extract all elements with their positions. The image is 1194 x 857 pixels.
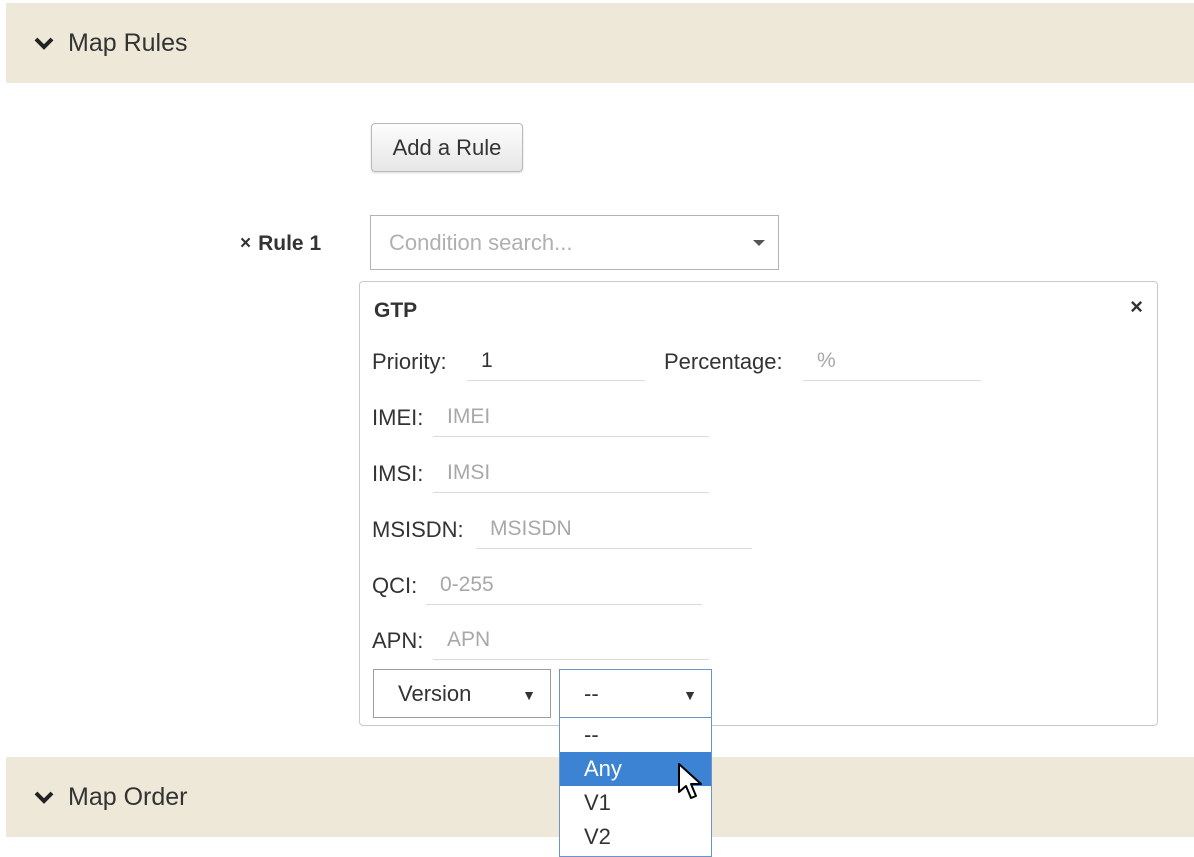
rule-name: Rule 1 — [258, 232, 322, 255]
close-icon[interactable]: × — [1130, 294, 1143, 320]
condition-search-placeholder: Condition search... — [389, 229, 573, 255]
priority-input[interactable] — [467, 341, 645, 381]
rule-label: × Rule 1 — [240, 232, 321, 256]
imei-input[interactable] — [433, 397, 709, 437]
mouse-pointer-icon — [678, 763, 702, 799]
value-select-current: -- — [584, 680, 599, 706]
qci-input[interactable] — [426, 565, 702, 605]
add-rule-button[interactable]: Add a Rule — [371, 123, 523, 172]
page: Map Rules Add a Rule × Rule 1 Condition … — [0, 0, 1194, 857]
remove-rule-icon[interactable]: × — [240, 233, 251, 255]
msisdn-label: MSISDN: — [372, 517, 464, 542]
triangle-down-icon: ▼ — [522, 687, 536, 703]
dropdown-option[interactable]: -- — [560, 718, 711, 752]
imsi-label: IMSI: — [372, 461, 424, 486]
version-field-select[interactable]: Version ▼ — [373, 669, 551, 718]
percentage-input[interactable] — [803, 341, 981, 381]
imei-label: IMEI: — [372, 405, 424, 430]
map-rules-section-header[interactable]: Map Rules — [6, 3, 1194, 83]
chevron-down-icon — [34, 791, 54, 804]
priority-label: Priority: — [372, 349, 447, 374]
qci-label: QCI: — [372, 573, 418, 598]
apn-input[interactable] — [433, 620, 709, 660]
percentage-label: Percentage: — [664, 349, 783, 374]
caret-down-icon — [753, 240, 765, 246]
apn-label: APN: — [372, 628, 424, 653]
map-rules-title: Map Rules — [68, 28, 188, 57]
triangle-down-icon: ▼ — [683, 687, 697, 703]
condition-search-select[interactable]: Condition search... — [370, 215, 779, 270]
chevron-down-icon — [34, 37, 54, 50]
msisdn-input[interactable] — [476, 509, 752, 549]
gtp-title: GTP — [374, 299, 418, 322]
dropdown-option[interactable]: V2 — [560, 820, 711, 854]
imsi-input[interactable] — [433, 453, 709, 493]
version-value-select[interactable]: -- ▼ — [559, 669, 712, 718]
version-select-value: Version — [398, 680, 472, 706]
map-order-title: Map Order — [68, 782, 188, 811]
